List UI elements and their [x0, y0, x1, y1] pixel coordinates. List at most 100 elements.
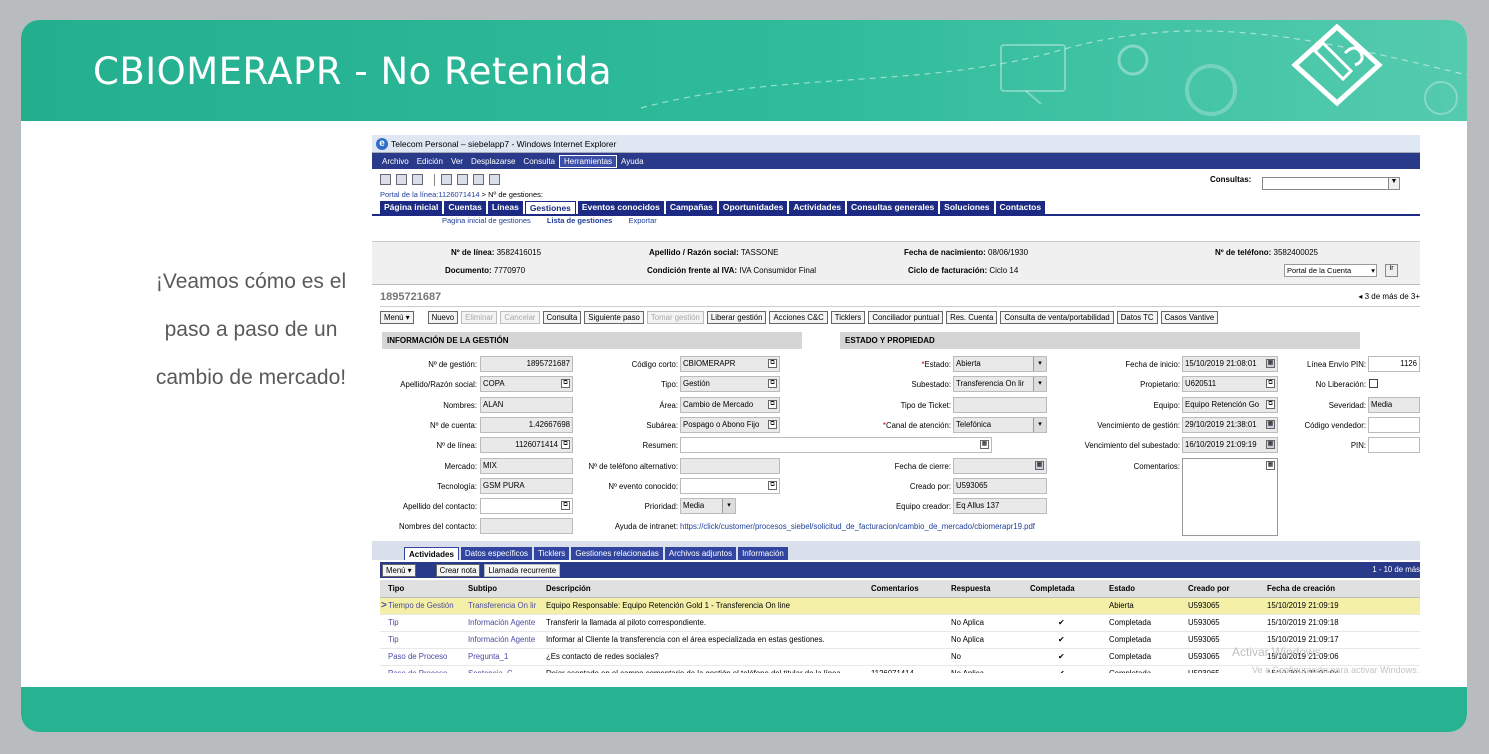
ticklers-button[interactable]: Ticklers — [830, 310, 866, 324]
siguiente-paso-button[interactable]: Siguiente paso — [584, 310, 644, 324]
expand-icon[interactable]: ▦ — [1266, 461, 1275, 470]
copy-icon[interactable] — [473, 174, 484, 185]
tab-consultas-generales[interactable]: Consultas generales — [847, 201, 939, 214]
cell-subtipo[interactable]: Pregunta_1 — [460, 648, 538, 666]
menu-ver[interactable]: Ver — [447, 156, 467, 167]
tab-gestiones[interactable]: Gestiones — [524, 201, 576, 214]
tab-ticklers[interactable]: Ticklers — [534, 547, 570, 560]
llamada-recurrente-button[interactable]: Llamada recurrente — [484, 563, 561, 577]
consulta-button[interactable]: Consulta — [542, 310, 582, 324]
subtab-lista[interactable]: Lista de gestiones — [547, 216, 612, 225]
table-row[interactable]: Tip Información Agente Transferir la lla… — [380, 614, 1420, 632]
res-cuenta-button[interactable]: Res. Cuenta — [946, 310, 998, 324]
tomar-gestion-button[interactable]: Tomar gestión — [646, 310, 704, 324]
comentarios-textarea[interactable]: ▦ — [1182, 458, 1278, 536]
menu-herramientas[interactable]: Herramientas — [559, 154, 618, 168]
col-respuesta[interactable]: Respuesta — [943, 580, 1022, 598]
apellido-field[interactable]: COPA ⧉ — [480, 376, 573, 392]
ir-button[interactable]: Ir — [1385, 264, 1398, 277]
menu-button[interactable]: Menú ▾ — [380, 310, 414, 324]
datos-tc-button[interactable]: Datos TC — [1116, 310, 1158, 324]
subestado-select[interactable]: Transferencia On lir ▾ — [953, 376, 1047, 392]
tab-cuentas[interactable]: Cuentas — [444, 201, 486, 214]
menu-ayuda[interactable]: Ayuda — [617, 156, 648, 167]
acciones-cc-button[interactable]: Acciones C&C — [769, 310, 828, 324]
prev-icon[interactable]: ◂ — [1358, 292, 1362, 301]
linea-field[interactable]: 1126071414 ⧉ — [480, 437, 573, 453]
resumen-field[interactable]: ▦ — [680, 437, 992, 453]
pick-icon[interactable]: ⧉ — [768, 481, 777, 490]
tab-actividades[interactable]: Actividades — [404, 547, 459, 560]
pick-icon[interactable]: ⧉ — [561, 501, 570, 510]
tab-pagina-inicial[interactable]: Página inicial — [380, 201, 443, 214]
tab-oportunidades[interactable]: Oportunidades — [718, 201, 788, 214]
paste-icon[interactable] — [396, 174, 407, 185]
inicio-field[interactable]: 15/10/2019 21:08:01 ▦ — [1182, 356, 1278, 372]
tab-datos-especificos[interactable]: Datos específicos — [460, 547, 533, 560]
consultas-select[interactable]: ▼ — [1262, 177, 1400, 190]
expand-icon[interactable]: ▦ — [980, 440, 989, 449]
col-tipo[interactable]: Tipo — [380, 580, 460, 598]
pick-icon[interactable]: ⧉ — [561, 440, 570, 449]
tab-informacion[interactable]: Información — [738, 547, 788, 560]
col-comentarios[interactable]: Comentarios — [863, 580, 943, 598]
col-estado[interactable]: Estado — [1101, 580, 1180, 598]
menu-archivo[interactable]: Archivo — [378, 156, 413, 167]
calendar-icon[interactable]: ▦ — [1266, 420, 1275, 429]
col-subtipo[interactable]: Subtipo — [460, 580, 538, 598]
area-field[interactable]: Cambio de Mercado ⧉ — [680, 397, 780, 413]
calendar-icon[interactable]: ▦ — [1266, 440, 1275, 449]
pick-icon[interactable]: ⧉ — [1266, 379, 1275, 388]
tab-soluciones[interactable]: Soluciones — [940, 201, 994, 214]
portal-select[interactable]: Portal de la Cuenta ▾ — [1284, 264, 1377, 277]
ayuda-intranet-link[interactable]: https://click/customer/procesos_siebel/s… — [680, 522, 1035, 531]
equipo-field[interactable]: Equipo Retención Go ⧉ — [1182, 397, 1278, 413]
tab-gestiones-relacionadas[interactable]: Gestiones relacionadas — [571, 547, 663, 560]
venc-gestion-field[interactable]: 29/10/2019 21:38:01 ▦ — [1182, 417, 1278, 433]
subarea-field[interactable]: Pospago o Abono Fijo ⧉ — [680, 417, 780, 433]
pick-icon[interactable]: ⧉ — [768, 379, 777, 388]
tab-contactos[interactable]: Contactos — [995, 201, 1046, 214]
apellido-contacto-field[interactable]: ⧉ — [480, 498, 573, 514]
globe-icon[interactable] — [412, 174, 423, 185]
consulta-venta-button[interactable]: Consulta de venta/portabilidad — [1000, 310, 1114, 324]
venc-sub-field[interactable]: 16/10/2019 21:09:19 ▦ — [1182, 437, 1278, 453]
cell-tipo[interactable]: Tip — [380, 631, 460, 649]
tipo-field[interactable]: Gestión ⧉ — [680, 376, 780, 392]
menu-consulta[interactable]: Consulta — [519, 156, 559, 167]
cell-tipo[interactable]: Paso de Proceso — [380, 648, 460, 666]
check-icon[interactable] — [457, 174, 468, 185]
evento-field[interactable]: ⧉ — [680, 478, 780, 494]
pick-icon[interactable]: ⧉ — [768, 420, 777, 429]
report-icon[interactable] — [489, 174, 500, 185]
edit-record-icon[interactable] — [441, 174, 452, 185]
cierre-field[interactable]: ▦ — [953, 458, 1047, 474]
cell-tipo[interactable]: Paso de Proceso — [380, 665, 460, 673]
col-descripcion[interactable]: Descripción — [538, 580, 863, 598]
cell-subtipo[interactable]: Información Agente — [460, 614, 538, 632]
calendar-icon[interactable]: ▦ — [1035, 461, 1044, 470]
conciliador-button[interactable]: Conciliador puntual — [868, 310, 944, 324]
crear-nota-button[interactable]: Crear nota — [435, 563, 481, 577]
pick-icon[interactable]: ⧉ — [768, 400, 777, 409]
tab-actividades[interactable]: Actividades — [789, 201, 846, 214]
print-icon[interactable] — [380, 174, 391, 185]
pin-field[interactable] — [1368, 437, 1420, 453]
pick-icon[interactable]: ⧉ — [768, 359, 777, 368]
col-completada[interactable]: Completada — [1022, 580, 1101, 598]
pick-icon[interactable]: ⧉ — [561, 379, 570, 388]
cell-subtipo[interactable]: Información Agente — [460, 631, 538, 649]
casos-vantive-button[interactable]: Casos Vantive — [1160, 310, 1219, 324]
cell-subtipo[interactable]: Transferencia On lir — [460, 597, 538, 615]
cell-subtipo[interactable]: Sentencia_C — [460, 665, 538, 673]
menu-desplazarse[interactable]: Desplazarse — [467, 156, 519, 167]
no-liberacion-checkbox[interactable] — [1369, 379, 1378, 388]
pick-icon[interactable]: ⧉ — [1266, 400, 1275, 409]
codigo-field[interactable]: CBIOMERAPR ⧉ — [680, 356, 780, 372]
prioridad-select[interactable]: Media ▾ — [680, 498, 736, 514]
subtab-exportar[interactable]: Exportar — [628, 216, 656, 225]
tab-archivos-adjuntos[interactable]: Archivos adjuntos — [664, 547, 737, 560]
cancelar-button[interactable]: Cancelar — [500, 310, 540, 324]
linea-envio-field[interactable]: 1126 — [1368, 356, 1420, 372]
tab-lineas[interactable]: Líneas — [487, 201, 523, 214]
